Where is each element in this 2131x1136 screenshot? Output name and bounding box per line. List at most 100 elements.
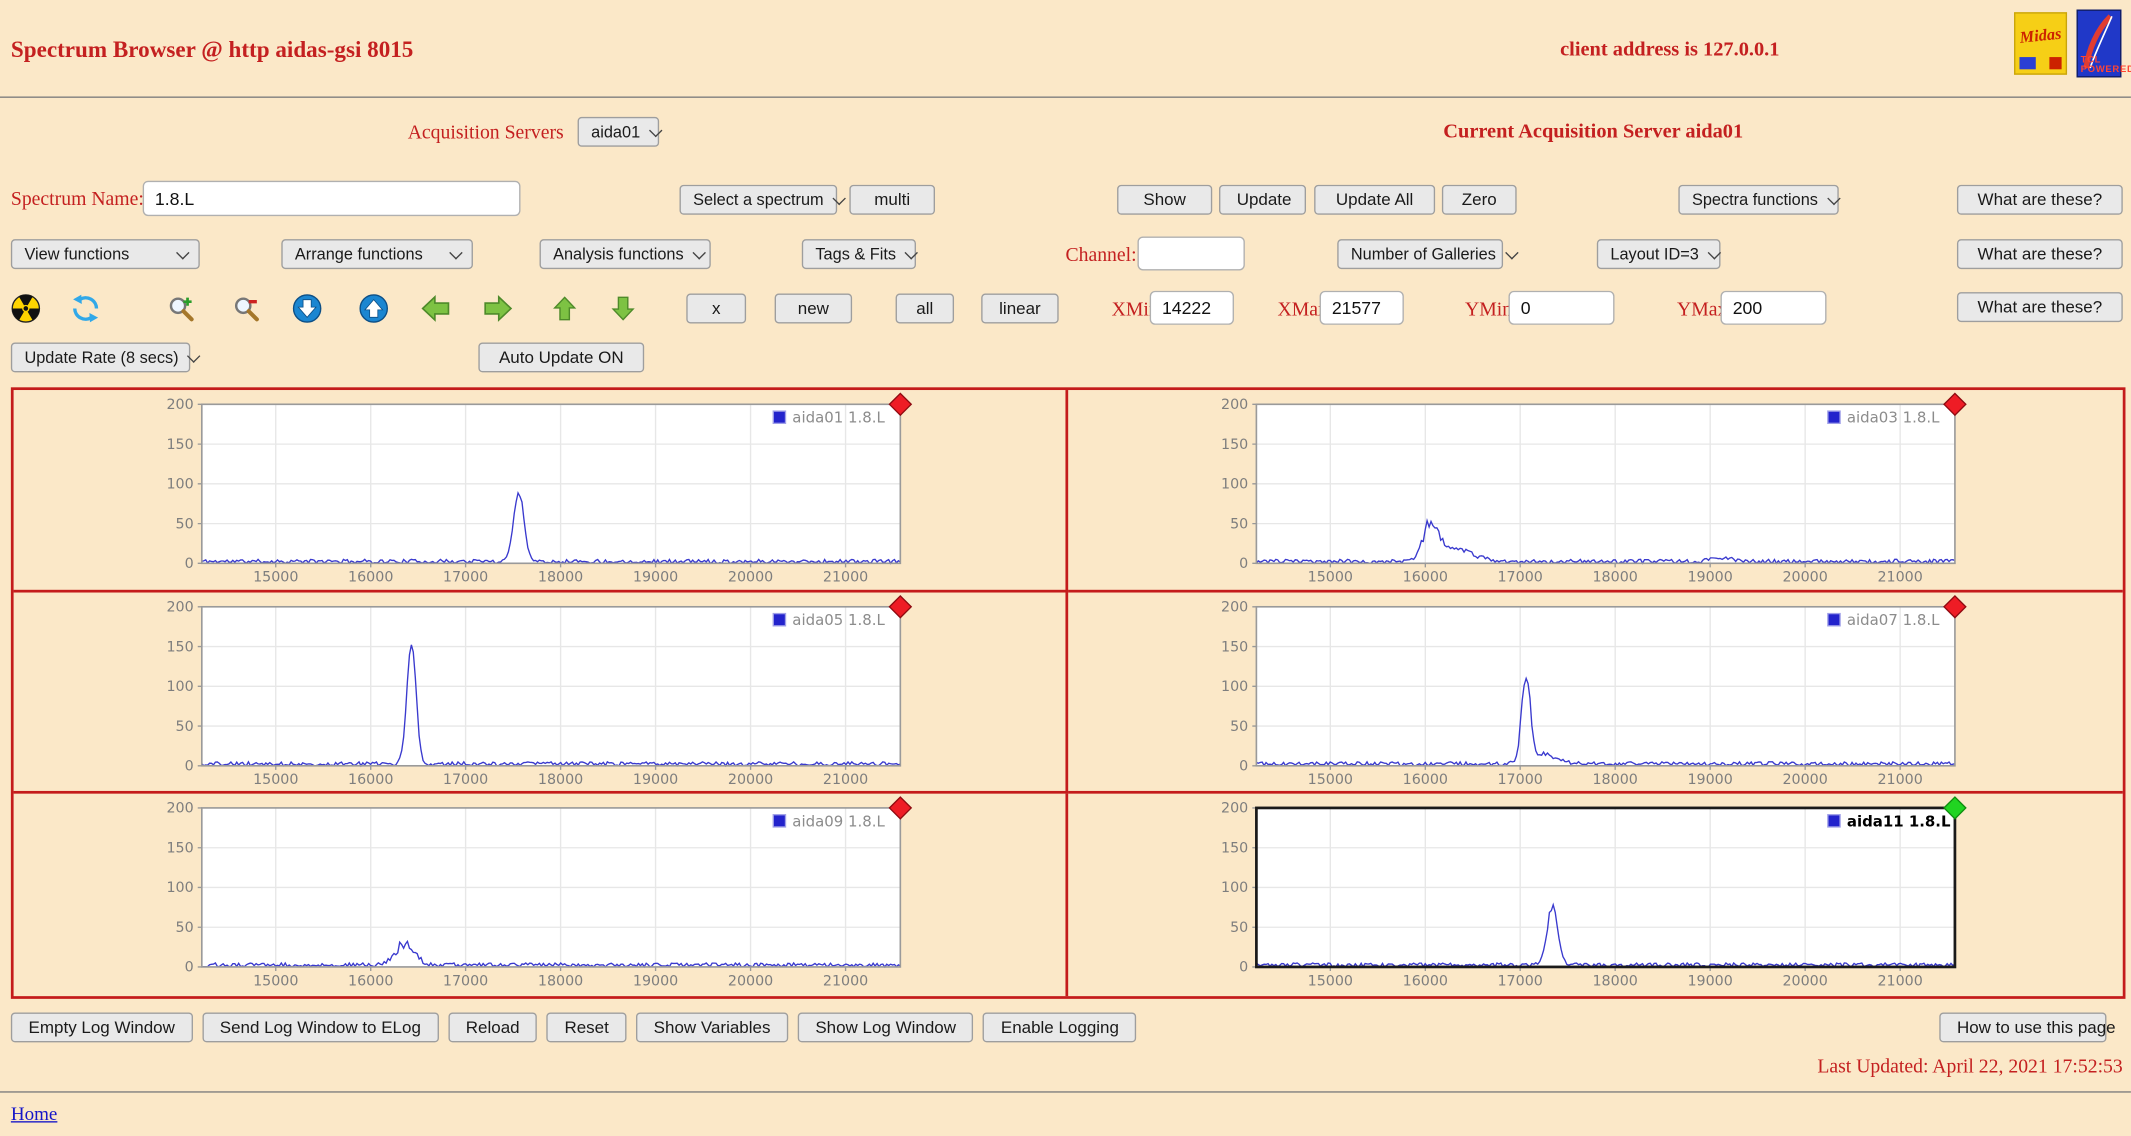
update-all-button[interactable]: Update All bbox=[1314, 184, 1436, 215]
ymin-input[interactable] bbox=[1508, 290, 1615, 325]
tags-fits-select[interactable]: Tags & Fits bbox=[801, 239, 919, 270]
spectrum-chart[interactable]: 15000 16000 17000 18000 19000 20000 21000 0 50 10… bbox=[1204, 593, 1970, 791]
show-log-window-button[interactable]: Show Log Window bbox=[797, 1012, 974, 1043]
x-tick-label: 18000 bbox=[1592, 974, 1637, 990]
ymax-input[interactable] bbox=[1720, 290, 1827, 325]
x-button[interactable]: x bbox=[686, 293, 747, 324]
shift-down-icon[interactable] bbox=[610, 294, 640, 324]
legend-label: aida05 1.8.L bbox=[792, 611, 885, 629]
chevron-down-icon bbox=[176, 245, 190, 259]
y-tick-label: 100 bbox=[1221, 679, 1248, 695]
spectrum-select[interactable]: Select a spectrum bbox=[679, 184, 846, 215]
spectrum-browser-page: Spectrum Browser @ http aidas-gsi 8015 c… bbox=[0, 0, 2131, 1136]
view-functions-select[interactable]: View functions bbox=[10, 239, 200, 270]
what-are-these-button-1[interactable]: What are these? bbox=[1956, 184, 2123, 215]
x-tick-label: 16000 bbox=[348, 974, 393, 990]
y-tick-label: 0 bbox=[185, 960, 194, 976]
spectrum-chart[interactable]: 15000 16000 17000 18000 19000 20000 21000 0 50 10… bbox=[1204, 795, 1970, 993]
spectrum-select-value: Select a spectrum bbox=[693, 190, 824, 210]
arrow-down-circle-icon[interactable] bbox=[292, 294, 322, 324]
home-link[interactable]: Home bbox=[11, 1105, 58, 1127]
zoom-in-icon[interactable] bbox=[166, 294, 196, 324]
refresh-icon[interactable] bbox=[71, 294, 101, 324]
gallery-cell-aida05[interactable]: 15000 16000 17000 18000 19000 20000 21000 0 50 10… bbox=[13, 592, 1069, 795]
linear-button[interactable]: linear bbox=[981, 293, 1059, 324]
shift-right-icon[interactable] bbox=[482, 294, 513, 324]
analysis-functions-select[interactable]: Analysis functions bbox=[539, 239, 711, 270]
arrange-functions-value: Arrange functions bbox=[294, 244, 423, 264]
shift-up-icon[interactable] bbox=[552, 294, 582, 324]
tcl-logo-text: TCL POWERED bbox=[2080, 55, 2131, 75]
new-button[interactable]: new bbox=[774, 293, 853, 324]
x-tick-label: 15000 bbox=[1308, 570, 1353, 586]
midas-logo-chip2 bbox=[2049, 57, 2062, 70]
view-functions-value: View functions bbox=[24, 244, 130, 264]
empty-log-window-button[interactable]: Empty Log Window bbox=[10, 1012, 193, 1043]
y-tick-label: 50 bbox=[176, 920, 194, 936]
auto-update-button[interactable]: Auto Update ON bbox=[478, 342, 645, 373]
enable-logging-button[interactable]: Enable Logging bbox=[983, 1012, 1137, 1043]
x-tick-label: 17000 bbox=[443, 772, 488, 788]
zoom-out-icon[interactable] bbox=[231, 294, 261, 324]
radiation-icon[interactable] bbox=[11, 294, 41, 324]
what-are-these-button-3[interactable]: What are these? bbox=[1956, 292, 2123, 323]
x-tick-label: 18000 bbox=[538, 974, 583, 990]
gallery-cell-aida09[interactable]: 15000 16000 17000 18000 19000 20000 21000 0 50 10… bbox=[14, 794, 1069, 997]
y-tick-label: 0 bbox=[1239, 556, 1248, 572]
y-tick-label: 200 bbox=[1221, 599, 1248, 615]
all-button[interactable]: all bbox=[895, 293, 955, 324]
gallery-grid: 15000 16000 17000 18000 19000 20000 21000 0 50 10… bbox=[10, 387, 2126, 999]
current-server-label: Current Acquisition Server aida01 bbox=[1443, 120, 1744, 143]
page-title: Spectrum Browser @ http aidas-gsi 8015 bbox=[10, 36, 414, 63]
y-tick-label: 50 bbox=[176, 718, 194, 734]
spectrum-chart[interactable]: 15000 16000 17000 18000 19000 20000 21000 0 50 10… bbox=[1204, 391, 1970, 589]
show-button[interactable]: Show bbox=[1117, 184, 1213, 215]
x-tick-label: 15000 bbox=[253, 570, 298, 586]
shift-left-icon[interactable] bbox=[420, 294, 450, 324]
show-variables-button[interactable]: Show Variables bbox=[636, 1012, 789, 1043]
legend-swatch bbox=[1827, 410, 1841, 425]
y-tick-label: 100 bbox=[1221, 881, 1248, 897]
spectra-functions-select[interactable]: Spectra functions bbox=[1678, 184, 1841, 215]
chevron-down-icon bbox=[692, 245, 706, 259]
gallery-cell-aida03[interactable]: 15000 16000 17000 18000 19000 20000 21000 0 50 10… bbox=[1068, 390, 2123, 593]
y-tick-label: 50 bbox=[1230, 920, 1248, 936]
send-log-window-to-elog-button[interactable]: Send Log Window to ELog bbox=[202, 1012, 439, 1043]
what-are-these-button-2[interactable]: What are these? bbox=[1956, 239, 2123, 270]
arrange-functions-select[interactable]: Arrange functions bbox=[281, 239, 473, 270]
xmax-input[interactable] bbox=[1319, 290, 1404, 325]
tags-fits-value: Tags & Fits bbox=[815, 244, 897, 264]
reset-button[interactable]: Reset bbox=[546, 1012, 627, 1043]
galleries-select[interactable]: Number of Galleries bbox=[1337, 239, 1519, 270]
galleries-value: Number of Galleries bbox=[1350, 244, 1496, 264]
zero-button[interactable]: Zero bbox=[1441, 184, 1517, 215]
layout-select[interactable]: Layout ID=3 bbox=[1596, 239, 1722, 270]
update-rate-select[interactable]: Update Rate (8 secs) bbox=[10, 342, 201, 373]
y-tick-label: 0 bbox=[185, 556, 194, 572]
chevron-down-icon bbox=[1826, 191, 1841, 205]
acquisition-server-select[interactable]: aida01 bbox=[577, 116, 663, 147]
gallery-cell-aida01[interactable]: 15000 16000 17000 18000 19000 20000 21000 0 50 10… bbox=[13, 390, 1069, 593]
gallery-cell-aida11[interactable]: 15000 16000 17000 18000 19000 20000 21000 0 50 10… bbox=[1068, 794, 2123, 996]
divider bbox=[0, 96, 2131, 98]
xmin-input[interactable] bbox=[1149, 290, 1234, 325]
gallery-cell-aida07[interactable]: 15000 16000 17000 18000 19000 20000 21000 0 50 10… bbox=[1068, 592, 2123, 795]
divider bbox=[0, 1091, 2131, 1093]
spectrum-chart[interactable]: 15000 16000 17000 18000 19000 20000 21000 0 50 10… bbox=[149, 391, 915, 589]
spectrum-chart[interactable]: 15000 16000 17000 18000 19000 20000 21000 0 50 10… bbox=[149, 795, 915, 993]
y-tick-label: 50 bbox=[1230, 516, 1248, 532]
client-address: client address is 127.0.0.1 bbox=[1560, 39, 1780, 62]
channel-input[interactable] bbox=[1137, 236, 1245, 271]
x-tick-label: 20000 bbox=[728, 772, 773, 788]
how-to-use-button[interactable]: How to use this page bbox=[1939, 1012, 2116, 1043]
y-tick-label: 0 bbox=[1239, 758, 1248, 774]
multi-button[interactable]: multi bbox=[849, 184, 935, 215]
x-tick-label: 18000 bbox=[538, 772, 583, 788]
update-button[interactable]: Update bbox=[1219, 184, 1306, 215]
reload-button[interactable]: Reload bbox=[448, 1012, 538, 1043]
spectrum-chart[interactable]: 15000 16000 17000 18000 19000 20000 21000 0 50 10… bbox=[149, 593, 915, 791]
spectrum-name-input[interactable] bbox=[142, 180, 521, 217]
arrow-up-circle-icon[interactable] bbox=[359, 294, 389, 324]
y-tick-label: 150 bbox=[1221, 437, 1248, 453]
legend-label: aida09 1.8.L bbox=[792, 813, 885, 831]
